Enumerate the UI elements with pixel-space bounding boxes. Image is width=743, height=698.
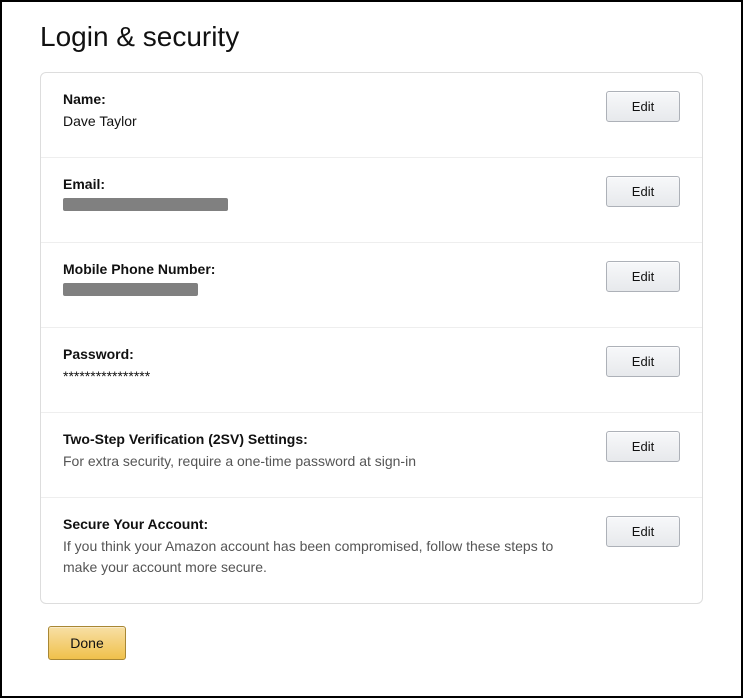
- row-email: Email: Edit: [41, 158, 702, 243]
- name-value: Dave Taylor: [63, 111, 588, 131]
- row-email-content: Email:: [63, 176, 606, 216]
- page-title: Login & security: [40, 20, 703, 54]
- edit-name-button[interactable]: Edit: [606, 91, 680, 122]
- phone-label: Mobile Phone Number:: [63, 261, 588, 277]
- email-label: Email:: [63, 176, 588, 192]
- email-value-redacted: [63, 198, 228, 211]
- done-button[interactable]: Done: [48, 626, 126, 660]
- row-two-step-content: Two-Step Verification (2SV) Settings: Fo…: [63, 431, 606, 471]
- row-phone: Mobile Phone Number: Edit: [41, 243, 702, 328]
- row-secure-content: Secure Your Account: If you think your A…: [63, 516, 606, 577]
- edit-phone-button[interactable]: Edit: [606, 261, 680, 292]
- settings-card: Name: Dave Taylor Edit Email: Edit Mobil…: [40, 72, 703, 604]
- row-name: Name: Dave Taylor Edit: [41, 73, 702, 158]
- login-security-page: Login & security Name: Dave Taylor Edit …: [0, 0, 743, 698]
- row-password-content: Password: ****************: [63, 346, 606, 386]
- edit-two-step-button[interactable]: Edit: [606, 431, 680, 462]
- row-secure-account: Secure Your Account: If you think your A…: [41, 498, 702, 603]
- phone-value-redacted: [63, 283, 198, 296]
- row-password: Password: **************** Edit: [41, 328, 702, 413]
- two-step-label: Two-Step Verification (2SV) Settings:: [63, 431, 588, 447]
- row-two-step: Two-Step Verification (2SV) Settings: Fo…: [41, 413, 702, 498]
- name-label: Name:: [63, 91, 588, 107]
- secure-desc: If you think your Amazon account has bee…: [63, 536, 588, 577]
- row-name-content: Name: Dave Taylor: [63, 91, 606, 131]
- password-label: Password:: [63, 346, 588, 362]
- password-value: ****************: [63, 366, 588, 386]
- edit-secure-button[interactable]: Edit: [606, 516, 680, 547]
- secure-label: Secure Your Account:: [63, 516, 588, 532]
- row-phone-content: Mobile Phone Number:: [63, 261, 606, 301]
- two-step-desc: For extra security, require a one-time p…: [63, 451, 588, 471]
- edit-email-button[interactable]: Edit: [606, 176, 680, 207]
- edit-password-button[interactable]: Edit: [606, 346, 680, 377]
